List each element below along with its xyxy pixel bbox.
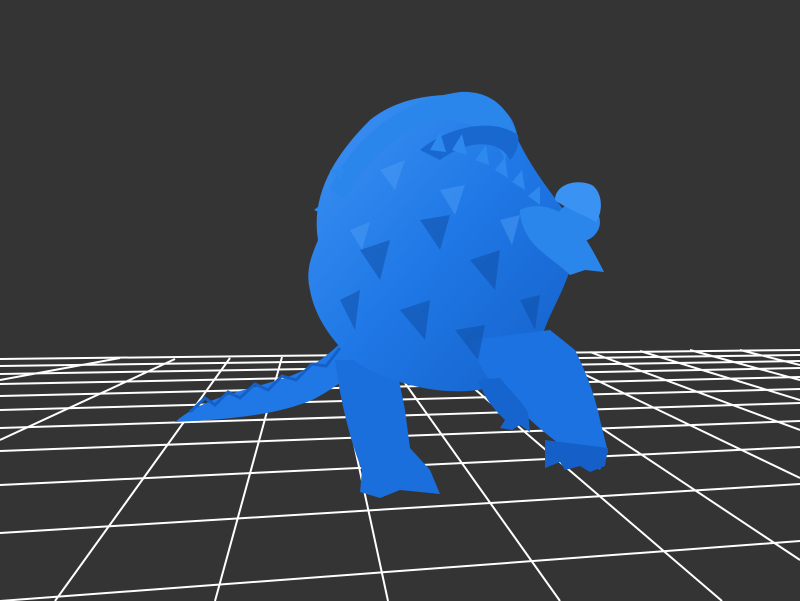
3d-viewport[interactable] <box>0 0 800 601</box>
3d-scene-canvas[interactable] <box>0 0 800 601</box>
creature-mesh-model[interactable] <box>175 91 608 498</box>
